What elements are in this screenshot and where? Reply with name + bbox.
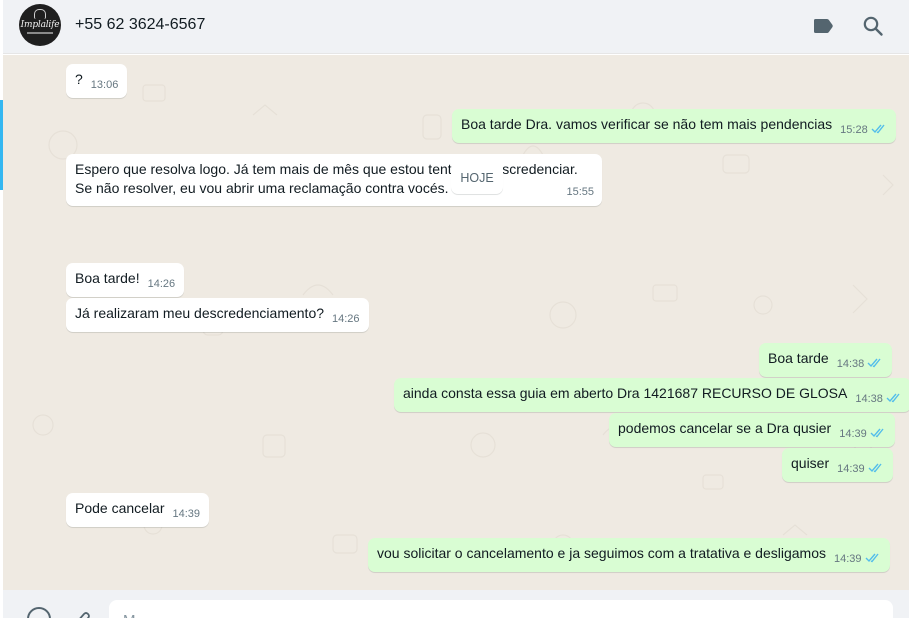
message-outgoing[interactable]: vou solicitar o cancelamento e ja seguim…: [368, 538, 890, 572]
message-outgoing[interactable]: Boa tarde Dra. vamos verificar se não te…: [452, 109, 896, 143]
avatar-logo-text: Implalife: [20, 19, 60, 30]
read-ticks-icon: [870, 424, 886, 438]
chat-area[interactable]: ? 13:06 Boa tarde Dra. vamos verificar se…: [3, 55, 909, 590]
message-time: 15:55: [566, 186, 594, 198]
tooth-logo-icon: [34, 9, 46, 19]
message-time: 14:39: [834, 553, 862, 565]
message-text: ainda consta essa guia em aberto Dra 142…: [403, 385, 848, 401]
read-ticks-icon: [865, 549, 881, 563]
message-text: podemos cancelar se a Dra qusier: [618, 420, 832, 436]
message-time: 14:39: [837, 463, 865, 475]
message-time: 14:38: [855, 393, 883, 405]
message-time: 14:26: [332, 313, 360, 325]
message-outgoing[interactable]: ainda consta essa guia em aberto Dra 142…: [394, 378, 909, 412]
message-text: quiser: [791, 455, 830, 471]
contact-name[interactable]: +55 62 3624-6567: [75, 16, 205, 34]
label-icon[interactable]: [811, 14, 835, 38]
composer-bar: [3, 590, 909, 618]
message-time: 14:26: [147, 278, 176, 290]
date-divider: HOJE: [451, 162, 503, 194]
chat-header: Implalife +55 62 3624-6567: [3, 0, 909, 54]
read-ticks-icon: [886, 389, 902, 403]
message-incoming[interactable]: Pode cancelar 14:39: [66, 493, 210, 527]
message-text: ?: [75, 71, 83, 87]
read-ticks-icon: [871, 120, 887, 134]
message-incoming[interactable]: Boa tarde! 14:26: [66, 263, 185, 297]
message-text: Pode cancelar: [75, 500, 165, 516]
message-time: 14:39: [839, 428, 867, 440]
message-text: Já realizaram meu descredenciamento?: [75, 305, 325, 321]
message-text-line: Se não resolver, eu vou abrir uma reclam…: [75, 180, 449, 196]
message-incoming[interactable]: Espero que resolva logo. Já tem mais de …: [66, 154, 602, 206]
message-time: 13:06: [90, 79, 119, 91]
message-time: 15:28: [840, 124, 868, 136]
message-input[interactable]: [109, 600, 893, 618]
message-text: vou solicitar o cancelamento e ja seguim…: [377, 545, 826, 561]
search-icon[interactable]: [861, 14, 885, 38]
attach-clip-icon[interactable]: [73, 610, 91, 618]
message-text-line: Espero que resolva logo. Já tem mais de …: [75, 161, 578, 177]
message-outgoing[interactable]: podemos cancelar se a Dra qusier 14:39: [609, 413, 895, 447]
message-incoming[interactable]: Já realizaram meu descredenciamento? 14:2…: [66, 298, 369, 332]
message-time: 14:38: [836, 358, 865, 370]
read-ticks-icon: [867, 354, 883, 368]
message-outgoing[interactable]: Boa tarde 14:38: [759, 343, 893, 377]
message-text: Boa tarde Dra. vamos verificar se não te…: [461, 116, 833, 132]
message-outgoing[interactable]: quiser 14:39: [782, 448, 893, 482]
message-incoming[interactable]: ? 13:06: [66, 64, 128, 98]
message-text: Boa tarde!: [75, 270, 140, 286]
message-time: 14:39: [172, 508, 201, 520]
avatar-logo-underline: [27, 31, 53, 34]
read-ticks-icon: [868, 459, 884, 473]
emoji-icon[interactable]: [27, 607, 51, 618]
message-text: Boa tarde: [768, 350, 829, 366]
contact-avatar[interactable]: Implalife: [19, 4, 61, 46]
